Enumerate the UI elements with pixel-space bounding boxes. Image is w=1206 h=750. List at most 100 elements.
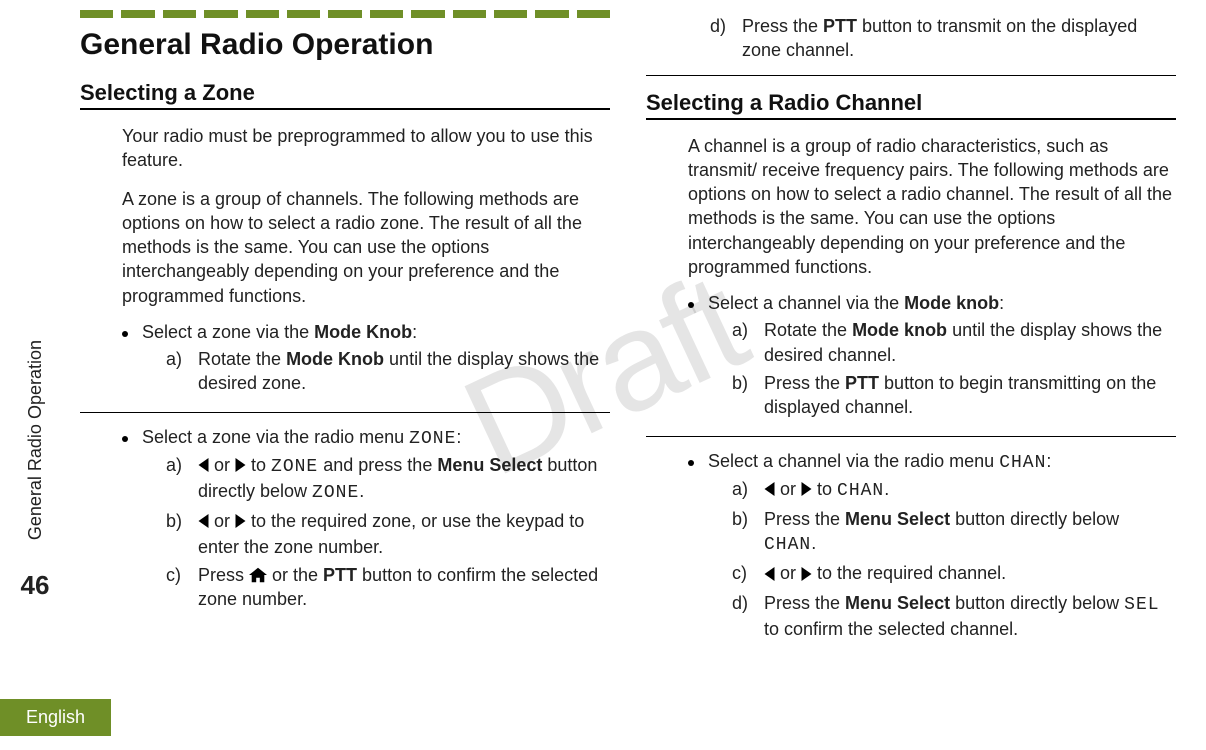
text: or <box>775 563 801 583</box>
step-label: a) <box>166 347 190 396</box>
text: Rotate the <box>764 320 852 340</box>
step-b: b) Press the Menu Select button directly… <box>732 507 1176 558</box>
text: Select a channel via the radio menu <box>708 451 999 471</box>
step-c: c) Press or the PTT button to confirm th… <box>166 563 610 612</box>
text: : <box>412 322 417 342</box>
step-text: Rotate the Mode knob until the display s… <box>764 318 1176 367</box>
mono: ZONE <box>271 457 318 477</box>
bullet-text: Select a channel via the Mode knob: a) R… <box>708 293 1176 423</box>
step-text: or to ZONE and press the Menu Select but… <box>198 453 610 506</box>
bold: Mode Knob <box>314 322 412 342</box>
dash <box>577 10 610 18</box>
text: : <box>999 293 1004 313</box>
step-label: c) <box>166 563 190 612</box>
home-icon <box>249 565 267 585</box>
channel-method-menu: Select a channel via the radio menu CHAN… <box>688 451 1176 646</box>
left-arrow-icon <box>764 563 775 587</box>
text: and press the <box>318 455 437 475</box>
step-label: d) <box>732 591 756 642</box>
bold: Menu Select <box>437 455 542 475</box>
dash <box>411 10 444 18</box>
left-rail: General Radio Operation 46 <box>0 0 70 750</box>
bold: PTT <box>323 565 357 585</box>
bullet-icon <box>122 436 128 442</box>
text: Select a channel via the <box>708 293 904 313</box>
left-arrow-icon <box>198 454 209 478</box>
text: to <box>812 479 837 499</box>
bullet-text: Select a zone via the radio menu ZONE: a… <box>142 427 610 616</box>
channel-method-modeknob: Select a channel via the Mode knob: a) R… <box>688 293 1176 423</box>
bold: Menu Select <box>845 593 950 613</box>
left-arrow-icon <box>198 510 209 534</box>
channel-body: A channel is a group of radio characteri… <box>646 134 1176 424</box>
step-text: or to CHAN. <box>764 477 1176 503</box>
dash <box>287 10 320 18</box>
text: to the required zone, or use the keypad … <box>198 511 584 556</box>
step-label: d) <box>710 14 734 63</box>
left-column: General Radio Operation Selecting a Zone… <box>80 10 610 750</box>
step-label: a) <box>732 318 756 367</box>
mono: CHAN <box>764 535 811 555</box>
text: : <box>456 427 461 447</box>
step-label: b) <box>732 507 756 558</box>
step-a: a) Rotate the Mode knob until the displa… <box>732 318 1176 367</box>
step-text: Press the Menu Select button directly be… <box>764 591 1176 642</box>
step-text: Rotate the Mode Knob until the display s… <box>198 347 610 396</box>
step-a: a) Rotate the Mode Knob until the displa… <box>166 347 610 396</box>
dash <box>246 10 279 18</box>
bold: Mode knob <box>904 293 999 313</box>
dash <box>204 10 237 18</box>
zone-intro-1: Your radio must be preprogrammed to allo… <box>122 124 610 173</box>
divider <box>646 436 1176 437</box>
step-text: or to the required zone, or use the keyp… <box>198 509 610 559</box>
cont-steps: d) Press the PTT button to transmit on t… <box>646 14 1176 63</box>
dash <box>328 10 361 18</box>
divider <box>80 412 610 413</box>
header-dashes <box>80 10 610 18</box>
step-a: a) or to ZONE and press the Menu Select … <box>166 453 610 506</box>
step-text: Press the PTT button to begin transmitti… <box>764 371 1176 420</box>
step-b: b) Press the PTT button to begin transmi… <box>732 371 1176 420</box>
bullet-icon <box>688 302 694 308</box>
section-heading-zone: Selecting a Zone <box>80 80 610 110</box>
text: . <box>811 533 816 553</box>
zone-method-modeknob: Select a zone via the Mode Knob: a) Rota… <box>122 322 610 400</box>
zone-intro-2: A zone is a group of channels. The follo… <box>122 187 610 308</box>
text: or <box>209 455 235 475</box>
language-tag: English <box>0 699 111 736</box>
zone-method-menu: Select a zone via the radio menu ZONE: a… <box>122 427 610 616</box>
bold: PTT <box>823 16 857 36</box>
mono: SEL <box>1124 595 1159 615</box>
text: button directly below <box>950 509 1119 529</box>
bullet-text: Select a zone via the Mode Knob: a) Rota… <box>142 322 610 400</box>
page: General Radio Operation 46 English Gener <box>0 0 1206 750</box>
bold: Mode Knob <box>286 349 384 369</box>
text: button directly below <box>950 593 1124 613</box>
text: Press the <box>742 16 823 36</box>
step-text: Press the Menu Select button directly be… <box>764 507 1176 558</box>
step-b: b) or to the required zone, or use the k… <box>166 509 610 559</box>
text: Press the <box>764 373 845 393</box>
section-label: General Radio Operation <box>25 340 46 540</box>
mono: CHAN <box>837 481 884 501</box>
bullet-text: Select a channel via the radio menu CHAN… <box>708 451 1176 646</box>
text: Select a zone via the radio menu <box>142 427 409 447</box>
step-text: Press the PTT button to transmit on the … <box>742 14 1176 63</box>
text: . <box>884 479 889 499</box>
text: Select a zone via the <box>142 322 314 342</box>
step-text: or to the required channel. <box>764 561 1176 586</box>
page-title: General Radio Operation <box>80 28 610 62</box>
step-a: a) or to CHAN. <box>732 477 1176 503</box>
dash <box>370 10 403 18</box>
text: . <box>359 481 364 501</box>
text: Press <box>198 565 249 585</box>
step-label: a) <box>166 453 190 506</box>
text: or the <box>267 565 323 585</box>
dash <box>535 10 568 18</box>
zone-menu-body: Select a zone via the radio menu ZONE: a… <box>80 427 610 616</box>
columns: General Radio Operation Selecting a Zone… <box>70 0 1206 750</box>
dash <box>163 10 196 18</box>
right-column: d) Press the PTT button to transmit on t… <box>646 10 1176 750</box>
dash <box>453 10 486 18</box>
right-arrow-icon <box>235 510 246 534</box>
